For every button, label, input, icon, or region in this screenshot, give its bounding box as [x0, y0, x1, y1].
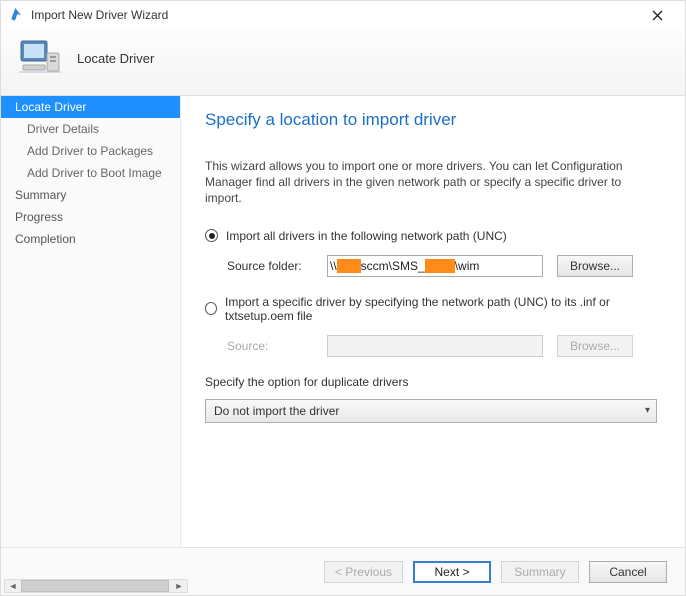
scroll-right-arrow-icon[interactable]: ► [171, 580, 187, 592]
browse-source-button: Browse... [557, 335, 633, 357]
source-input [327, 335, 543, 357]
button-label: Summary [514, 565, 565, 579]
radio-label: Import all drivers in the following netw… [226, 229, 507, 243]
button-label: Browse... [570, 339, 620, 353]
redacted-segment [425, 259, 455, 273]
step-label: Completion [15, 232, 76, 246]
step-label: Progress [15, 210, 63, 224]
chevron-down-icon: ▾ [645, 405, 650, 416]
intro-text: This wizard allows you to import one or … [205, 158, 657, 207]
source-folder-value: \\ sccm\SMS_ \wim [330, 259, 479, 273]
content-heading: Specify a location to import driver [205, 110, 657, 130]
duplicate-option-select[interactable]: Do not import the driver ▾ [205, 399, 657, 423]
step-label: Driver Details [27, 122, 99, 136]
step-summary[interactable]: Summary [1, 184, 180, 206]
scroll-left-arrow-icon[interactable]: ◄ [5, 580, 21, 592]
path-mid: sccm\SMS_ [361, 259, 425, 273]
previous-button: < Previous [324, 561, 403, 583]
select-value: Do not import the driver [214, 404, 339, 418]
main-area: Locate Driver Driver Details Add Driver … [1, 96, 685, 548]
step-add-to-packages[interactable]: Add Driver to Packages [1, 140, 180, 162]
page-title: Locate Driver [77, 51, 154, 66]
path-prefix: \\ [330, 259, 337, 273]
close-button[interactable] [637, 1, 677, 29]
computer-icon [17, 35, 63, 81]
step-completion[interactable]: Completion [1, 228, 180, 250]
sidebar-horizontal-scrollbar[interactable]: ◄ ► [4, 579, 188, 593]
source-folder-input[interactable]: \\ sccm\SMS_ \wim [327, 255, 543, 277]
redacted-segment [337, 259, 361, 273]
wizard-header: Locate Driver [1, 29, 685, 96]
path-suffix: \wim [455, 259, 480, 273]
radio-icon [205, 302, 217, 315]
source-folder-label: Source folder: [227, 259, 327, 273]
wizard-steps-sidebar: Locate Driver Driver Details Add Driver … [1, 96, 181, 548]
step-label: Add Driver to Boot Image [27, 166, 162, 180]
summary-button: Summary [501, 561, 579, 583]
step-add-to-boot-image[interactable]: Add Driver to Boot Image [1, 162, 180, 184]
button-label: Next > [434, 565, 469, 579]
content-pane: Specify a location to import driver This… [181, 96, 685, 548]
button-label: Cancel [609, 565, 646, 579]
button-label: < Previous [335, 565, 392, 579]
radio-import-all[interactable]: Import all drivers in the following netw… [205, 229, 657, 243]
titlebar: Import New Driver Wizard [1, 1, 685, 29]
step-label: Summary [15, 188, 66, 202]
radio-icon [205, 229, 218, 242]
step-label: Add Driver to Packages [27, 144, 153, 158]
radio-import-specific[interactable]: Import a specific driver by specifying t… [205, 295, 657, 323]
step-driver-details[interactable]: Driver Details [1, 118, 180, 140]
step-progress[interactable]: Progress [1, 206, 180, 228]
next-button[interactable]: Next > [413, 561, 491, 583]
source-row: Source: Browse... [227, 335, 657, 357]
step-locate-driver[interactable]: Locate Driver [1, 96, 180, 118]
cancel-button[interactable]: Cancel [589, 561, 667, 583]
radio-label: Import a specific driver by specifying t… [225, 295, 657, 323]
duplicate-option-label: Specify the option for duplicate drivers [205, 375, 657, 389]
step-label: Locate Driver [15, 100, 86, 114]
scroll-track[interactable] [21, 580, 171, 592]
browse-source-folder-button[interactable]: Browse... [557, 255, 633, 277]
button-label: Browse... [570, 259, 620, 273]
source-folder-row: Source folder: \\ sccm\SMS_ \wim Browse... [227, 255, 657, 277]
scroll-thumb[interactable] [21, 580, 169, 592]
wizard-arrow-icon [9, 7, 25, 23]
source-label: Source: [227, 339, 327, 353]
window-title: Import New Driver Wizard [31, 8, 637, 22]
